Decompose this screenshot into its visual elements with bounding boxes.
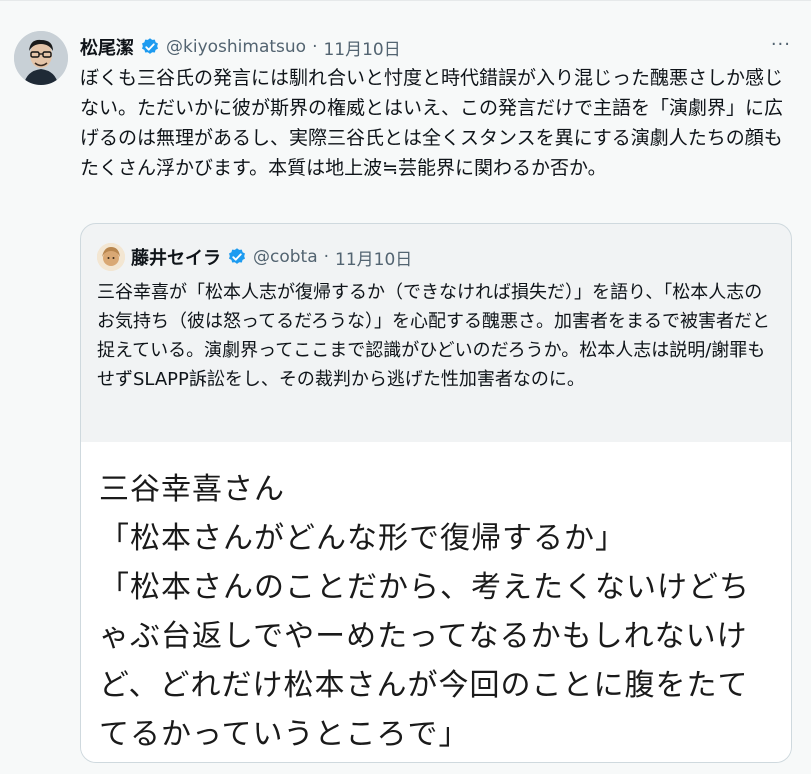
image-text-line: 「松本さんがどんな形で復帰するか」	[99, 521, 626, 556]
quoted-tweet-header: 藤井セイラ @cobta · 11月10日	[97, 242, 781, 272]
image-text-line: ど、どれだけ松本さんが今回のことに腹をたて	[99, 668, 749, 703]
separator: ·	[312, 37, 318, 57]
verified-badge-icon	[227, 247, 247, 267]
quoted-tweet-image[interactable]: 三谷幸喜さん 「松本さんがどんな形で復帰するか」 「松本さんのことだから、考えた…	[81, 442, 791, 762]
tweet-date[interactable]: 11月10日	[323, 35, 400, 60]
image-text-line: 「松本さんのことだから、考えたくないけどち	[99, 570, 750, 605]
quoted-author-handle[interactable]: @cobta	[253, 247, 318, 267]
tweet-text: ぼくも三谷氏の発言には馴れ合いと忖度と時代錯誤が入り混じった醜悪さしか感じない。…	[80, 67, 784, 179]
author-name[interactable]: 松尾潔	[80, 34, 134, 60]
image-text-line: ゃぶ台返しでやーめたってなるかもしれないけ	[99, 619, 748, 654]
author-handle[interactable]: @kiyoshimatsuo	[166, 37, 306, 57]
author-avatar[interactable]	[14, 31, 68, 85]
quoted-author-name[interactable]: 藤井セイラ	[131, 244, 221, 270]
quoted-tweet-date[interactable]: 11月10日	[335, 245, 412, 270]
tweet: 松尾潔 @kiyoshimatsuo · 11月10日 ··· ぼくも三谷氏の発…	[0, 0, 811, 774]
separator: ·	[323, 247, 330, 267]
quoted-tweet-text: 三谷幸喜が「松本人志が復帰するか（できなければ損失だ）」を語り、「松本人志のお気…	[97, 282, 771, 390]
more-options-icon[interactable]: ···	[771, 34, 791, 55]
quoted-tweet[interactable]: 藤井セイラ @cobta · 11月10日 三谷幸喜が「松本人志が復帰するか（で…	[80, 223, 792, 763]
quoted-author-avatar[interactable]	[97, 243, 125, 271]
image-text-line: 三谷幸喜さん	[99, 472, 285, 507]
tweet-header: 松尾潔 @kiyoshimatsuo · 11月10日 ···	[80, 34, 791, 60]
verified-badge-icon	[140, 37, 160, 57]
image-text-line: てるかっていうところで」	[99, 717, 470, 752]
